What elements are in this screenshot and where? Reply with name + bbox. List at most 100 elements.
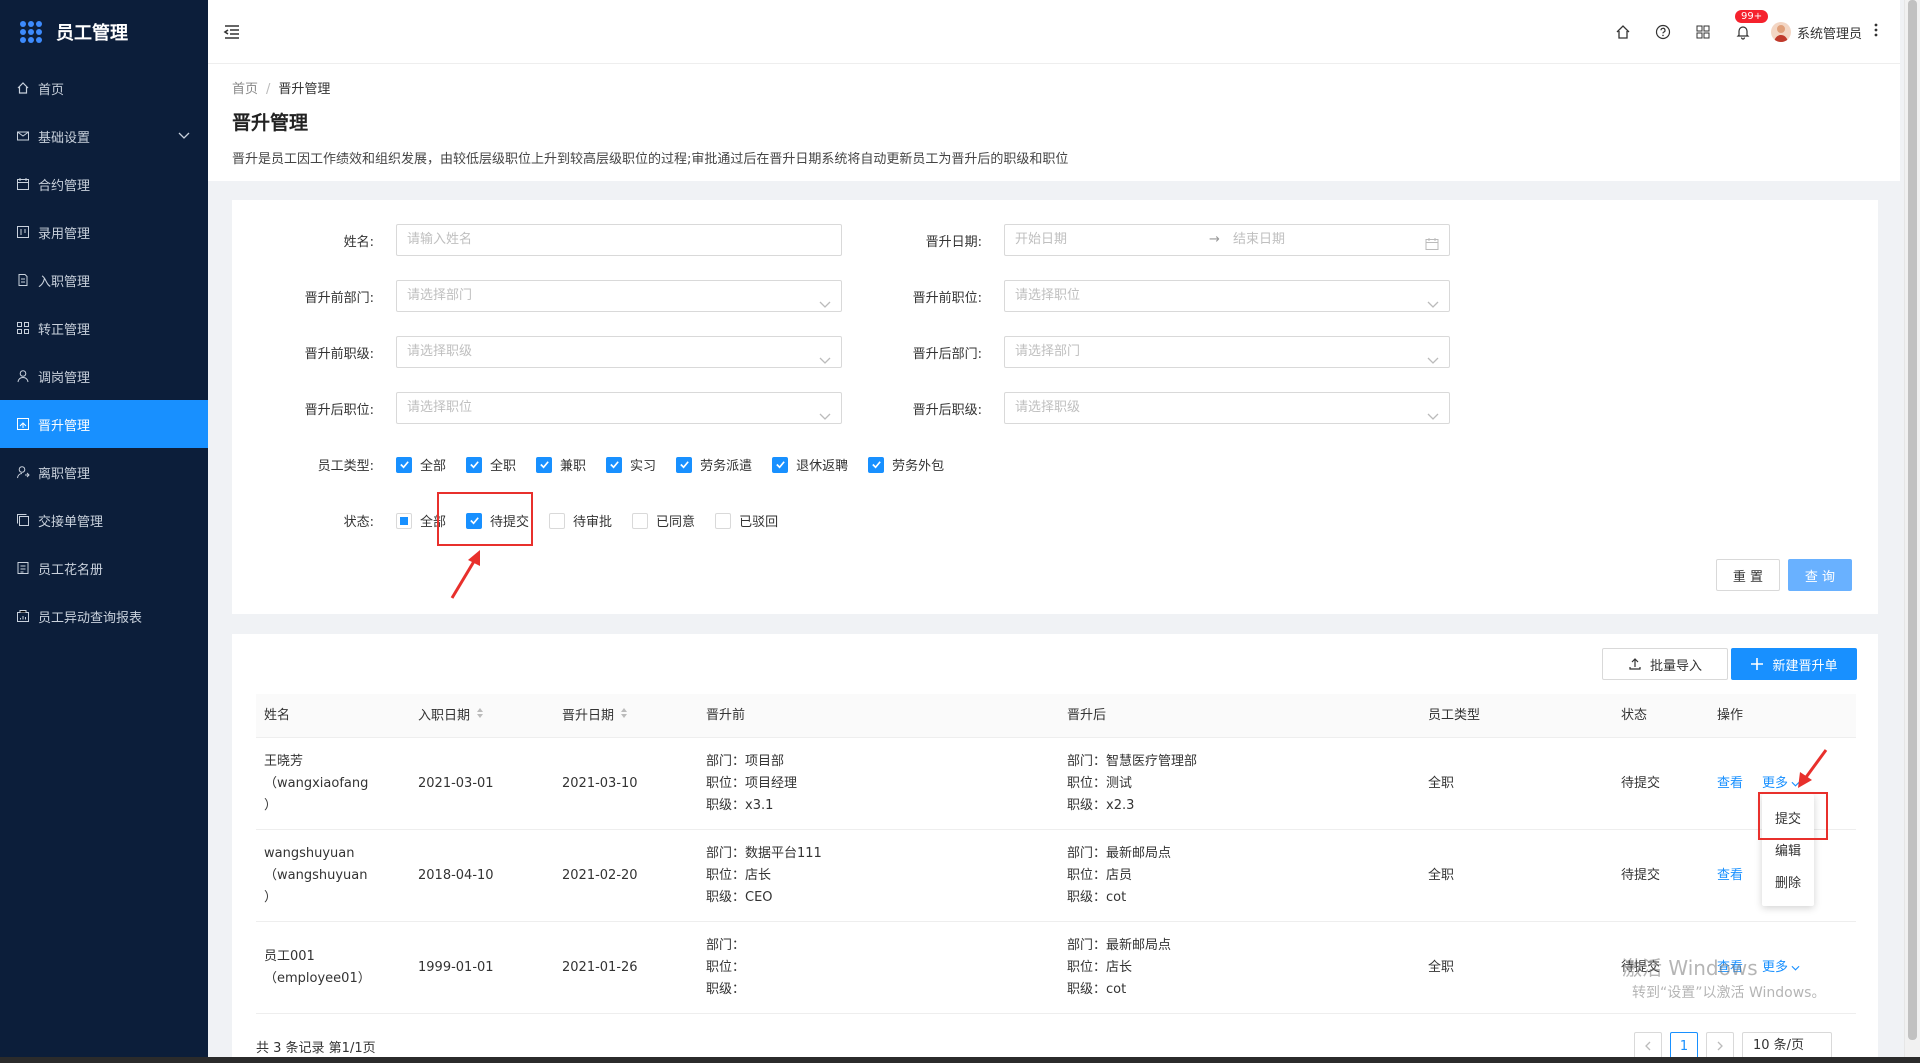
prev-page-button[interactable]	[1634, 1032, 1662, 1060]
view-link[interactable]: 查看	[1717, 773, 1743, 795]
annotation-arrow-icon	[450, 550, 480, 599]
before-cell: 部门：项目部 职位：项目经理 职级：x3.1	[706, 754, 798, 813]
dropdown-item-delete[interactable]: 删除	[1762, 872, 1814, 891]
hire-date-cell: 1999-01-01	[418, 960, 494, 975]
checkbox-option[interactable]: 全职	[466, 455, 516, 474]
checkbox-option[interactable]: 兼职	[536, 455, 586, 474]
activation-watermark-sub: 转到“设置”以激活 Windows。	[1632, 985, 1826, 1001]
checkbox-checked-icon[interactable]	[606, 456, 623, 473]
dept-before-select[interactable]: 请选择部门	[396, 280, 842, 312]
level-before-select[interactable]: 请选择职级	[396, 336, 842, 368]
checkbox-icon[interactable]	[715, 512, 732, 529]
checkbox-option[interactable]: 全部	[396, 455, 446, 474]
employee-name-cell: 员工001 （employee01）	[264, 949, 371, 986]
more-link[interactable]: 更多	[1762, 957, 1800, 979]
sidebar-item-3[interactable]: 录用管理	[0, 208, 208, 256]
checkbox-checked-icon[interactable]	[868, 456, 885, 473]
position-after-select[interactable]: 请选择职位	[396, 392, 842, 424]
chevron-down-icon	[1791, 960, 1800, 975]
checkbox-icon[interactable]	[396, 512, 412, 529]
col-status: 状态	[1621, 708, 1648, 723]
sidebar-item-2[interactable]: 合约管理	[0, 160, 208, 208]
sidebar-item-4[interactable]: 入职管理	[0, 256, 208, 304]
start-date-input[interactable]: 开始日期	[1015, 225, 1067, 255]
checkbox-option[interactable]: 劳务外包	[868, 455, 944, 474]
sidebar-item-6[interactable]: 调岗管理	[0, 352, 208, 400]
mail-icon	[16, 129, 30, 143]
sidebar-item-label: 基础设置	[38, 130, 91, 146]
checkbox-option[interactable]: 已驳回	[715, 511, 778, 530]
help-icon[interactable]	[1653, 22, 1673, 42]
notification-bell-icon[interactable]: 99+	[1733, 10, 1769, 42]
search-button[interactable]: 查 询	[1788, 559, 1852, 591]
apps-icon[interactable]	[1693, 22, 1713, 42]
board-icon	[16, 225, 30, 239]
breadcrumb: 首页 / 晋升管理	[232, 82, 331, 97]
end-date-input[interactable]: 结束日期	[1233, 225, 1285, 255]
breadcrumb-home[interactable]: 首页	[232, 82, 258, 97]
batch-import-button[interactable]: 批量导入	[1602, 648, 1728, 680]
checkbox-option[interactable]: 待审批	[549, 511, 612, 530]
checkbox-checked-icon[interactable]	[676, 456, 693, 473]
checkbox-option[interactable]: 退休返聘	[772, 455, 848, 474]
col-promo-date[interactable]: 晋升日期	[562, 694, 628, 738]
sidebar-item-5[interactable]: 转正管理	[0, 304, 208, 352]
scrollbar-thumb[interactable]	[1908, 0, 1917, 1040]
plus-icon	[1751, 658, 1764, 670]
sidebar-item-label: 录用管理	[38, 226, 91, 242]
promotion-date-range[interactable]: 开始日期 → 结束日期	[1004, 224, 1450, 256]
dept-before-label: 晋升前部门:	[304, 291, 374, 306]
sidebar-item-8[interactable]: 离职管理	[0, 448, 208, 496]
sidebar-item-0[interactable]: 首页	[0, 64, 208, 112]
name-input[interactable]: 请输入姓名	[396, 224, 842, 256]
record-summary: 共 3 条记录 第1/1页	[256, 1041, 376, 1056]
top-header: 99+ 系统管理员	[208, 0, 1900, 64]
sidebar-item-9[interactable]: 交接单管理	[0, 496, 208, 544]
sidebar-item-label: 离职管理	[38, 466, 91, 482]
sidebar-item-label: 员工异动查询报表	[38, 610, 143, 626]
activation-watermark: 激活 Windows	[1622, 956, 1758, 980]
checkbox-checked-icon[interactable]	[536, 456, 553, 473]
checkbox-option[interactable]: 实习	[606, 455, 656, 474]
checkbox-checked-icon[interactable]	[396, 456, 412, 473]
col-after: 晋升后	[1067, 708, 1107, 723]
vertical-scrollbar[interactable]	[1904, 0, 1920, 1063]
position-before-select[interactable]: 请选择职位	[1004, 280, 1450, 312]
status-cell: 待提交	[1621, 776, 1661, 791]
checkbox-icon[interactable]	[632, 512, 649, 529]
reset-button[interactable]: 重 置	[1716, 559, 1780, 591]
chevron-down-icon	[819, 291, 831, 321]
home-icon[interactable]	[1613, 22, 1633, 42]
page-size-select[interactable]: 10 条/页	[1742, 1032, 1832, 1060]
checkbox-checked-icon[interactable]	[772, 456, 789, 473]
checkbox-icon[interactable]	[549, 512, 566, 529]
sidebar-item-11[interactable]: 员工异动查询报表	[0, 592, 208, 640]
hire-date-cell: 2018-04-10	[418, 868, 494, 883]
checkbox-option[interactable]: 已同意	[632, 511, 695, 530]
new-promotion-button[interactable]: 新建晋升单	[1731, 648, 1857, 680]
avatar[interactable]	[1770, 22, 1791, 42]
chevron-down-icon	[1427, 403, 1439, 433]
sidebar-item-10[interactable]: 员工花名册	[0, 544, 208, 592]
app-logo[interactable]: 员工管理	[0, 0, 208, 64]
col-hire-date[interactable]: 入职日期	[418, 694, 484, 738]
next-page-button[interactable]	[1706, 1032, 1734, 1060]
user-leave-icon	[16, 465, 30, 479]
level-after-select[interactable]: 请选择职级	[1004, 392, 1450, 424]
view-link[interactable]: 查看	[1717, 865, 1743, 887]
calendar-icon	[16, 177, 30, 191]
annotation-arrow-icon	[1798, 749, 1828, 788]
sidebar-item-1[interactable]: 基础设置	[0, 112, 208, 160]
dropdown-item-edit[interactable]: 编辑	[1762, 840, 1814, 859]
checkbox-option[interactable]: 劳务派遣	[676, 455, 752, 474]
page-number[interactable]: 1	[1670, 1032, 1698, 1060]
checkbox-checked-icon[interactable]	[466, 456, 483, 473]
breadcrumb-current: 晋升管理	[278, 82, 331, 97]
sidebar-item-7[interactable]: 晋升管理	[0, 400, 208, 448]
more-vertical-icon[interactable]	[1874, 22, 1878, 42]
sidebar-item-label: 首页	[38, 82, 65, 98]
user-name[interactable]: 系统管理员	[1797, 23, 1862, 42]
dept-after-select[interactable]: 请选择部门	[1004, 336, 1450, 368]
menu-collapse-icon[interactable]	[222, 22, 242, 42]
employee-type-cell: 全职	[1428, 868, 1455, 883]
